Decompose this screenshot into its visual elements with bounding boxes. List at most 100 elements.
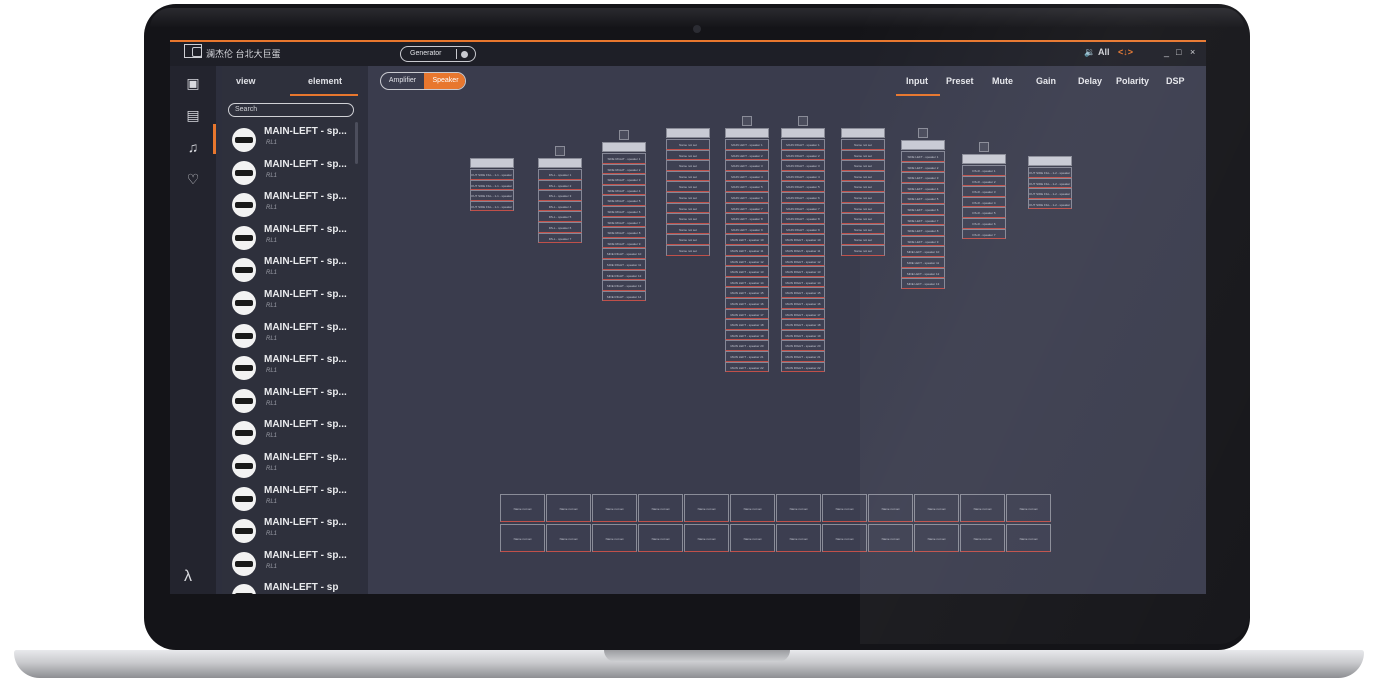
speaker-cell[interactable]: SIDE RIGHT - speaker 12 [602, 269, 646, 281]
speaker-cell[interactable]: DS-L - speaker 4 [538, 200, 582, 212]
speaker-cell[interactable]: OUT SIDE FILL - 1-1 - speaker 2 [470, 179, 514, 191]
speaker-cell[interactable]: DS-L - speaker 2 [538, 179, 582, 191]
speaker-cell[interactable]: SIDE RIGHT - speaker 10 [602, 248, 646, 259]
grid-cell[interactable]: Name not set [914, 524, 959, 552]
speaker-cell[interactable]: SIDE LEFT - speaker 7 [901, 214, 945, 226]
speaker-cell[interactable]: MAIN LEFT - speaker 22 [725, 361, 769, 373]
speaker-cell[interactable]: SIDE LEFT - speaker 13 [901, 278, 945, 289]
speaker-cell[interactable]: Name not set [666, 181, 710, 192]
speaker-cell[interactable]: Name not set [841, 149, 885, 161]
list-item[interactable]: MAIN-LEFT - sp... RL1 [230, 124, 354, 152]
list-item[interactable]: MAIN-LEFT - sp... RL1 [230, 320, 354, 348]
speaker-cell[interactable]: Name not set [841, 139, 885, 150]
speaker-cell[interactable]: Name not set [841, 213, 885, 224]
speaker-cell[interactable]: MAIN LEFT - speaker 15 [725, 287, 769, 298]
speaker-cell[interactable]: DS-L - speaker 5 [538, 211, 582, 222]
speaker-cell[interactable]: MAIN RIGHT - speaker 14 [781, 276, 825, 288]
grid-cell[interactable]: Name not set [592, 494, 637, 522]
grid-cell[interactable]: Name not set [776, 494, 821, 522]
speaker-cell[interactable]: Name not set [841, 170, 885, 182]
grid-cell[interactable]: Name not set [822, 524, 867, 552]
speaker-cell[interactable]: SIDE RIGHT - speaker 11 [602, 259, 646, 270]
speaker-cell[interactable]: MAIN LEFT - speaker 5 [725, 181, 769, 192]
speaker-cell[interactable]: Name not set [666, 160, 710, 171]
speaker-cell[interactable]: MAIN LEFT - speaker 3 [725, 160, 769, 171]
speaker-cell[interactable]: Name not set [841, 245, 885, 256]
grid-cell[interactable]: Name not set [638, 494, 683, 522]
speaker-cell[interactable]: Name not set [666, 139, 710, 150]
swap-arrows-icon[interactable]: <↓> [1118, 47, 1133, 57]
list-item[interactable]: MAIN-LEFT - sp... RL1 [230, 254, 354, 283]
speaker-cell[interactable]: SIDE LEFT - speaker 4 [901, 182, 945, 194]
speaker-cell[interactable]: MAIN RIGHT - speaker 18 [781, 319, 825, 330]
speaker-cell[interactable]: MAIN LEFT - speaker 9 [725, 223, 769, 235]
grid-cell[interactable]: Name not set [500, 494, 545, 522]
heart-monitor-icon[interactable]: ♡ [184, 170, 202, 188]
speaker-cell[interactable]: MAIN RIGHT - speaker 16 [781, 298, 825, 309]
speaker-cell[interactable]: MAIN RIGHT - speaker 1 [781, 139, 825, 150]
list-item[interactable]: MAIN-LEFT - sp... RL1 [230, 222, 354, 250]
speaker-volume-icon[interactable]: 🔉 [1084, 47, 1095, 58]
speaker-cell[interactable]: MAIN LEFT - speaker 17 [725, 308, 769, 320]
speaker-cell[interactable]: DS-L - speaker 6 [538, 222, 582, 233]
speaker-cell[interactable]: MAIN RIGHT - speaker 2 [781, 149, 825, 161]
grid-cell[interactable]: Name not set [546, 494, 591, 522]
speaker-cell[interactable]: SIDE RIGHT - speaker 8 [602, 227, 646, 238]
speaker-cell[interactable]: MAIN LEFT - speaker 2 [725, 149, 769, 161]
speaker-cell[interactable]: MAIN RIGHT - speaker 11 [781, 245, 825, 256]
speaker-cell[interactable]: DS-R - speaker 2 [962, 175, 1006, 187]
list-item[interactable]: MAIN-LEFT - sp... RL1 [230, 157, 354, 185]
speaker-cell[interactable]: SIDE LEFT - speaker 8 [901, 225, 945, 236]
speaker-cell[interactable]: MAIN LEFT - speaker 20 [725, 340, 769, 351]
speaker-cell[interactable]: MAIN LEFT - speaker 1 [725, 139, 769, 150]
speaker-cell[interactable]: OUT SIDE FILL - 1-2 - speaker 1 [1028, 167, 1072, 178]
grid-cell[interactable]: Name not set [868, 494, 913, 522]
speaker-cell[interactable]: Name not set [666, 192, 710, 203]
speaker-cell[interactable]: Name not set [666, 213, 710, 224]
speaker-cell[interactable]: SIDE LEFT - speaker 10 [901, 246, 945, 257]
amplifier-toggle[interactable]: Amplifier [381, 73, 424, 89]
speaker-cell[interactable]: MAIN LEFT - speaker 10 [725, 234, 769, 245]
speaker-cell[interactable]: MAIN RIGHT - speaker 15 [781, 287, 825, 298]
list-item[interactable]: MAIN-LEFT - sp... RL1 [230, 548, 354, 576]
grid-cell[interactable]: Name not set [960, 494, 1005, 522]
grid-cell[interactable]: Name not set [1006, 524, 1051, 552]
grid-cell[interactable]: Name not set [500, 524, 545, 552]
maximize-button[interactable]: □ [1176, 47, 1181, 57]
grid-cell[interactable]: Name not set [638, 524, 683, 552]
speaker-cell[interactable]: Name not set [841, 223, 885, 235]
speaker-cell[interactable]: MAIN RIGHT - speaker 8 [781, 213, 825, 224]
list-item[interactable]: MAIN-LEFT - sp... RL1 [230, 483, 354, 511]
minimize-button[interactable]: _ [1164, 47, 1169, 57]
speaker-cell[interactable]: SIDE RIGHT - speaker 3 [602, 174, 646, 185]
list-item[interactable]: MAIN-LEFT - sp... RL1 [230, 417, 354, 446]
generator-power-icon[interactable] [461, 51, 468, 58]
grid-cell[interactable]: Name not set [914, 494, 959, 522]
list-item[interactable]: MAIN-LEFT - sp... RL1 [230, 189, 354, 218]
speaker-cell[interactable]: MAIN RIGHT - speaker 3 [781, 160, 825, 171]
tab-mute[interactable]: Mute [992, 76, 1013, 86]
speaker-cell[interactable]: MAIN LEFT - speaker 12 [725, 255, 769, 267]
speaker-cell[interactable]: MAIN LEFT - speaker 11 [725, 245, 769, 256]
tab-gain[interactable]: Gain [1036, 76, 1056, 86]
speaker-cell[interactable]: Name not set [666, 223, 710, 235]
device-icon[interactable]: ▣ [184, 74, 202, 92]
speaker-cell[interactable]: MAIN RIGHT - speaker 13 [781, 266, 825, 277]
tab-delay[interactable]: Delay [1078, 76, 1102, 86]
speaker-cell[interactable]: Name not set [666, 234, 710, 245]
speaker-cell[interactable]: SIDE LEFT - speaker 5 [901, 193, 945, 204]
speaker-cell[interactable]: MAIN LEFT - speaker 18 [725, 319, 769, 330]
grid-cell[interactable]: Name not set [776, 524, 821, 552]
speaker-cell[interactable]: OUT SIDE FILL - 1-2 - speaker 4 [1028, 198, 1072, 210]
speaker-cell[interactable]: MAIN RIGHT - speaker 21 [781, 351, 825, 362]
speaker-cell[interactable]: SIDE RIGHT - speaker 9 [602, 237, 646, 249]
speaker-cell[interactable]: SIDE LEFT - speaker 1 [901, 151, 945, 162]
speaker-cell[interactable]: SIDE RIGHT - speaker 4 [602, 184, 646, 196]
speaker-cell[interactable]: Name not set [841, 202, 885, 214]
all-label[interactable]: All [1098, 47, 1110, 57]
speaker-cell[interactable]: SIDE RIGHT - speaker 7 [602, 216, 646, 228]
speaker-cell[interactable]: Name not set [666, 170, 710, 182]
search-input[interactable]: Search [228, 103, 354, 117]
speaker-cell[interactable]: MAIN LEFT - speaker 8 [725, 213, 769, 224]
grid-cell[interactable]: Name not set [868, 524, 913, 552]
